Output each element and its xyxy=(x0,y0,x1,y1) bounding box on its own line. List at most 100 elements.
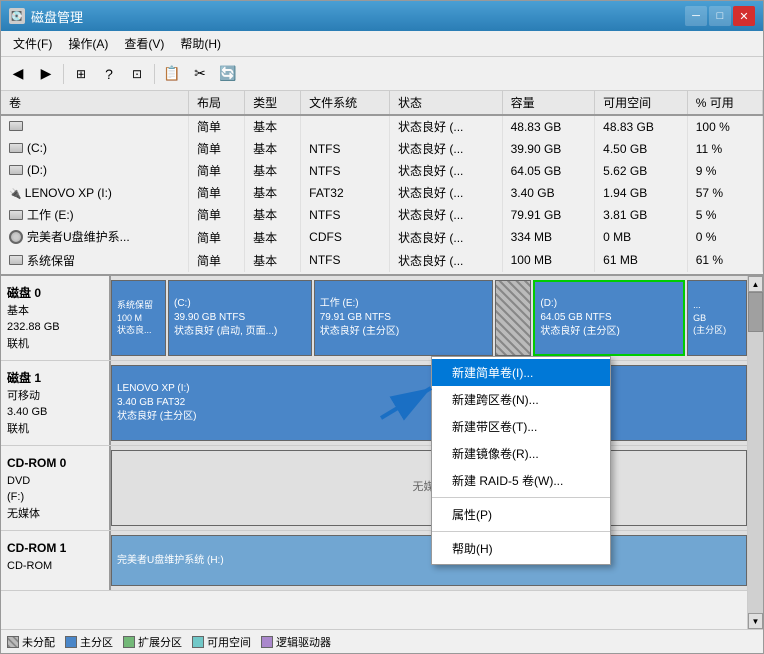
close-button[interactable]: ✕ xyxy=(733,6,755,26)
disk-0-partitions: 系统保留100 M状态良... (C:)39.90 GB NTFS状态良好 (启… xyxy=(111,276,747,360)
ctx-item-new-raid5[interactable]: 新建 RAID-5 卷(W)... xyxy=(432,467,610,494)
main-window: 💽 磁盘管理 ─ □ ✕ 文件(F) 操作(A) 查看(V) 帮助(H) ◀ ▶… xyxy=(0,0,764,654)
table-row[interactable]: 🔌 LENOVO XP (I:) 简单 基本 FAT32 状态良好 (... 3… xyxy=(1,182,763,204)
legend-label-free: 可用空间 xyxy=(207,634,251,650)
table-row[interactable]: 完美者U盘维护系... 简单 基本 CDFS 状态良好 (... 334 MB … xyxy=(1,226,763,250)
toolbar-btn-8[interactable]: 🔄 xyxy=(215,61,241,87)
partition-d[interactable]: (D:)64.05 GB NTFS状态良好 (主分区) xyxy=(533,280,685,356)
scroll-up-button[interactable]: ▲ xyxy=(748,276,763,292)
back-button[interactable]: ◀ xyxy=(5,61,31,87)
menu-help[interactable]: 帮助(H) xyxy=(172,32,229,55)
app-icon: 💽 xyxy=(9,8,25,24)
row-capacity: 48.83 GB xyxy=(502,115,595,138)
table-header-row: 卷 布局 类型 文件系统 状态 容量 可用空间 % 可用 xyxy=(1,91,763,115)
status-bar: 未分配 主分区 扩展分区 可用空间 逻辑驱动器 xyxy=(1,629,763,653)
scroll-track[interactable] xyxy=(748,292,763,613)
disk-row-1: 磁盘 1 可移动 3.40 GB 联机 LENOVO XP (I:)3.40 G… xyxy=(1,361,747,446)
partition-c[interactable]: (C:)39.90 GB NTFS状态良好 (启动, 页面...) xyxy=(168,280,312,356)
disk-label-cdrom0: CD-ROM 0 DVD (F:) 无媒体 xyxy=(1,446,111,530)
row-name: (D:) xyxy=(1,160,189,182)
partition-unallocated[interactable] xyxy=(495,280,531,356)
toolbar-sep-2 xyxy=(154,64,155,84)
table-row[interactable]: (C:) 简单 基本 NTFS 状态良好 (... 39.90 GB 4.50 … xyxy=(1,138,763,160)
menu-view[interactable]: 查看(V) xyxy=(116,32,172,55)
ctx-item-new-simple[interactable]: 新建简单卷(I)... xyxy=(432,359,610,386)
lower-scroll: 磁盘 0 基本 232.88 GB 联机 系统保留100 M状态良... (C:… xyxy=(1,276,747,629)
legend-box-extended xyxy=(123,636,135,648)
legend-label-unalloc: 未分配 xyxy=(22,634,55,650)
partition-system-reserved[interactable]: 系统保留100 M状态良... xyxy=(111,280,166,356)
table-row[interactable]: (D:) 简单 基本 NTFS 状态良好 (... 64.05 GB 5.62 … xyxy=(1,160,763,182)
toolbar-btn-5[interactable]: ⊡ xyxy=(124,61,150,87)
scroll-down-button[interactable]: ▼ xyxy=(748,613,763,629)
ctx-sep-2 xyxy=(432,531,610,532)
col-header-status: 状态 xyxy=(390,91,503,115)
title-bar-left: 💽 磁盘管理 xyxy=(9,7,83,26)
row-layout: 简单 xyxy=(189,115,245,138)
minimize-button[interactable]: ─ xyxy=(685,6,707,26)
disk-label-0: 磁盘 0 基本 232.88 GB 联机 xyxy=(1,276,111,360)
legend-free: 可用空间 xyxy=(192,634,251,650)
disk-row-cdrom1: CD-ROM 1 CD-ROM 完美者U盘维护系统 (H:) xyxy=(1,531,747,591)
window-title: 磁盘管理 xyxy=(31,7,83,26)
lower-panel: 磁盘 0 基本 232.88 GB 联机 系统保留100 M状态良... (C:… xyxy=(1,276,763,629)
col-header-name: 卷 xyxy=(1,91,189,115)
table-row[interactable]: 简单 基本 状态良好 (... 48.83 GB 48.83 GB 100 % xyxy=(1,115,763,138)
title-bar: 💽 磁盘管理 ─ □ ✕ xyxy=(1,1,763,31)
row-fs xyxy=(301,115,390,138)
disk-row-0: 磁盘 0 基本 232.88 GB 联机 系统保留100 M状态良... (C:… xyxy=(1,276,747,361)
toolbar-sep-1 xyxy=(63,64,64,84)
legend-label-primary: 主分区 xyxy=(80,634,113,650)
toolbar-btn-6[interactable]: 📋 xyxy=(159,61,185,87)
row-pct: 100 % xyxy=(687,115,762,138)
table-row[interactable]: 系统保留 简单 基本 NTFS 状态良好 (... 100 MB 61 MB 6… xyxy=(1,249,763,271)
scroll-thumb[interactable] xyxy=(748,292,763,332)
menu-file[interactable]: 文件(F) xyxy=(5,32,60,55)
legend-box-primary xyxy=(65,636,77,648)
legend-box-unalloc xyxy=(7,636,19,648)
partition-cd-data[interactable]: 完美者U盘维护系统 (H:) xyxy=(111,535,747,586)
legend-logical: 逻辑驱动器 xyxy=(261,634,331,650)
row-name: (C:) xyxy=(1,138,189,160)
row-name: 工作 (E:) xyxy=(1,204,189,226)
legend-box-free xyxy=(192,636,204,648)
ctx-item-properties[interactable]: 属性(P) xyxy=(432,501,610,528)
toolbar: ◀ ▶ ⊞ ? ⊡ 📋 ✂ 🔄 xyxy=(1,57,763,91)
upper-panel: 卷 布局 类型 文件系统 状态 容量 可用空间 % 可用 简单 基本 xyxy=(1,91,763,276)
legend-label-extended: 扩展分区 xyxy=(138,634,182,650)
row-name: 系统保留 xyxy=(1,249,189,271)
col-header-layout: 布局 xyxy=(189,91,245,115)
toolbar-btn-7[interactable]: ✂ xyxy=(187,61,213,87)
ctx-item-new-striped[interactable]: 新建带区卷(T)... xyxy=(432,413,610,440)
maximize-button[interactable]: □ xyxy=(709,6,731,26)
disk-label-1: 磁盘 1 可移动 3.40 GB 联机 xyxy=(1,361,111,445)
table-row[interactable]: 工作 (E:) 简单 基本 NTFS 状态良好 (... 79.91 GB 3.… xyxy=(1,204,763,226)
menu-bar: 文件(F) 操作(A) 查看(V) 帮助(H) xyxy=(1,31,763,57)
legend-unalloc: 未分配 xyxy=(7,634,55,650)
menu-action[interactable]: 操作(A) xyxy=(60,32,116,55)
partition-cd-empty: 无媒体 xyxy=(111,450,747,526)
title-buttons: ─ □ ✕ xyxy=(685,6,755,26)
disk-cdrom0-partitions: 无媒体 xyxy=(111,446,747,530)
row-free: 48.83 GB xyxy=(595,115,688,138)
disk-1-partitions: LENOVO XP (I:)3.40 GB FAT32状态良好 (主分区) xyxy=(111,361,747,445)
partition-d-rest[interactable]: ...GB(主分区) xyxy=(687,280,747,356)
col-header-capacity: 容量 xyxy=(502,91,595,115)
legend-primary: 主分区 xyxy=(65,634,113,650)
col-header-pct: % 可用 xyxy=(687,91,762,115)
col-header-free: 可用空间 xyxy=(595,91,688,115)
disk-cdrom1-partitions: 完美者U盘维护系统 (H:) xyxy=(111,531,747,590)
partition-lenovo[interactable]: LENOVO XP (I:)3.40 GB FAT32状态良好 (主分区) xyxy=(111,365,747,441)
ctx-item-help[interactable]: 帮助(H) xyxy=(432,535,610,562)
ctx-item-new-spanned[interactable]: 新建跨区卷(N)... xyxy=(432,386,610,413)
legend-box-logical xyxy=(261,636,273,648)
help-button[interactable]: ? xyxy=(96,61,122,87)
vertical-scrollbar[interactable]: ▲ ▼ xyxy=(747,276,763,629)
forward-button[interactable]: ▶ xyxy=(33,61,59,87)
context-menu: 新建简单卷(I)... 新建跨区卷(N)... 新建带区卷(T)... 新建镜像… xyxy=(431,356,611,565)
toolbar-btn-3[interactable]: ⊞ xyxy=(68,61,94,87)
ctx-item-new-mirror[interactable]: 新建镜像卷(R)... xyxy=(432,440,610,467)
row-name: 完美者U盘维护系... xyxy=(1,226,189,250)
row-name xyxy=(1,115,189,138)
partition-work[interactable]: 工作 (E:)79.91 GB NTFS状态良好 (主分区) xyxy=(314,280,494,356)
